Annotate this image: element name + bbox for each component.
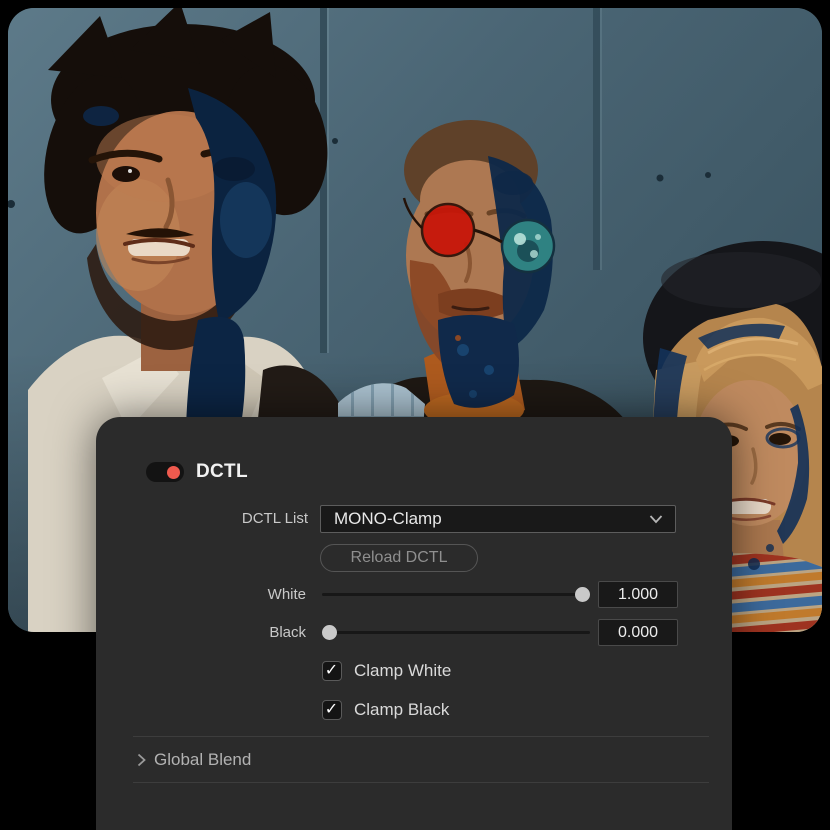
check-icon: ✓ — [323, 661, 340, 680]
check-icon: ✓ — [323, 700, 340, 719]
black-slider-handle[interactable] — [322, 625, 337, 640]
global-blend-label: Global Blend — [154, 748, 251, 772]
white-slider[interactable] — [322, 593, 590, 596]
black-value-field[interactable]: 0.000 — [598, 619, 678, 646]
dctl-list-label: DCTL List — [136, 505, 308, 533]
white-slider-label: White — [136, 581, 306, 608]
dctl-list-dropdown[interactable]: MONO-Clamp — [320, 505, 676, 533]
toggle-knob — [167, 466, 180, 479]
clamp-white-checkbox[interactable]: ✓ — [322, 661, 342, 681]
white-slider-handle[interactable] — [575, 587, 590, 602]
black-slider[interactable] — [322, 631, 590, 634]
white-value-field[interactable]: 1.000 — [598, 581, 678, 608]
clamp-black-label[interactable]: Clamp Black — [354, 700, 449, 720]
reload-dctl-button[interactable]: Reload DCTL — [320, 544, 478, 572]
dctl-panel: DCTL DCTL List MONO-Clamp Reload DCTL Wh… — [96, 417, 732, 830]
divider — [133, 736, 709, 737]
clamp-black-checkbox[interactable]: ✓ — [322, 700, 342, 720]
clamp-white-label[interactable]: Clamp White — [354, 661, 451, 681]
chevron-down-icon — [649, 514, 663, 524]
panel-title: DCTL — [196, 461, 248, 483]
divider — [133, 782, 709, 783]
dropdown-selected-value: MONO-Clamp — [334, 506, 442, 532]
dctl-enable-toggle[interactable] — [146, 462, 184, 482]
chevron-right-icon — [136, 753, 147, 767]
screenshot-root: { "window": { "background_color": "#0000… — [0, 0, 830, 830]
black-slider-label: Black — [136, 619, 306, 646]
